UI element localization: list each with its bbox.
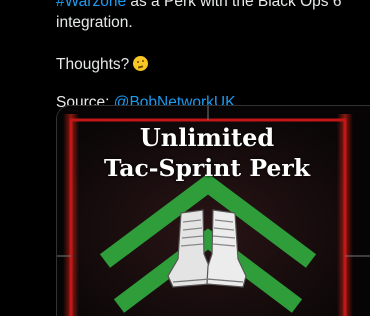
thinking-face-emoji bbox=[133, 56, 149, 71]
tweet-media-image[interactable]: Unlimited Tac-Sprint Perk bbox=[56, 105, 370, 316]
tweet-text-line: integration. bbox=[56, 14, 133, 31]
perk-title: Unlimited Tac-Sprint Perk bbox=[71, 123, 343, 183]
tweet-text-fragment: as a Perk with the Black Ops 6 bbox=[126, 0, 342, 10]
perk-title-line1: Unlimited bbox=[139, 123, 275, 152]
tweet-text-line: #Warzone as a Perk with the Black Ops 6 bbox=[56, 0, 356, 12]
tweet-question-text: Thoughts? bbox=[56, 56, 130, 73]
tweet-text: #Warzone as a Perk with the Black Ops 6 … bbox=[56, 0, 356, 113]
perk-title-line2: Tac-Sprint Perk bbox=[103, 154, 310, 182]
tweet-question: Thoughts? bbox=[56, 54, 356, 75]
hashtag-link[interactable]: #Warzone bbox=[56, 0, 126, 10]
